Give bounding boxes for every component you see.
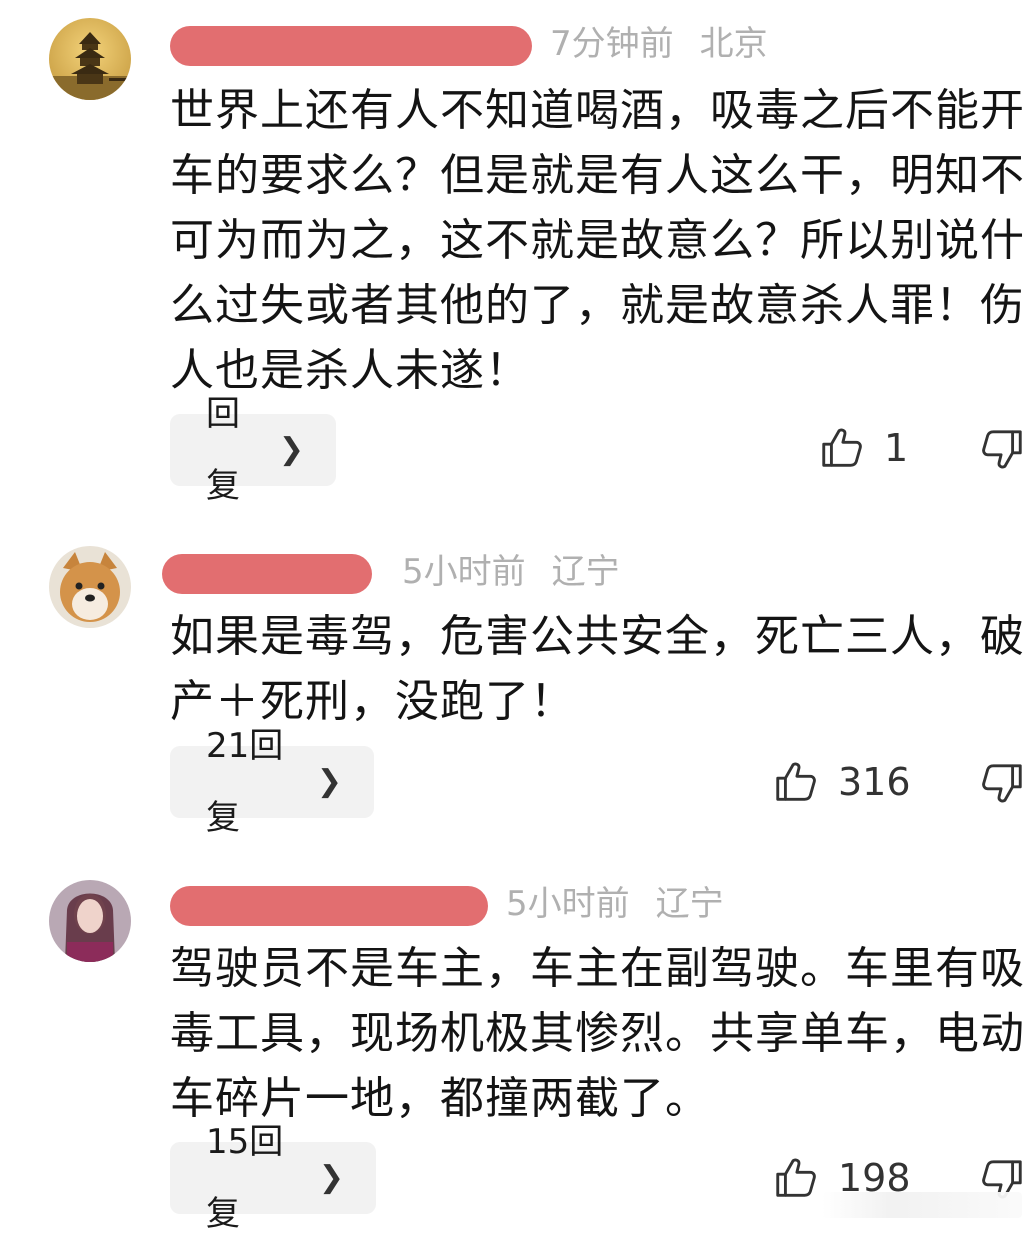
comment-time: 5小时前	[402, 552, 526, 592]
avatar[interactable]	[49, 546, 131, 628]
comment-meta: 7分钟前 北京	[170, 24, 768, 66]
redacted-username	[162, 553, 372, 594]
reply-button[interactable]: 回复 ❯	[170, 394, 336, 506]
comment-meta: 5小时前 辽宁	[162, 552, 620, 594]
thumbs-up-icon	[776, 762, 816, 801]
like-button[interactable]: 316	[772, 752, 911, 812]
comment-location: 北京	[699, 24, 768, 64]
thumbs-down-icon	[982, 430, 1022, 469]
avatar[interactable]	[49, 18, 131, 100]
thumbs-up-icon	[776, 1158, 816, 1197]
comment-meta: 5小时前 辽宁	[170, 884, 724, 926]
chevron-right-icon: ❯	[316, 764, 342, 799]
like-count: 1	[884, 426, 909, 470]
chevron-right-icon: ❯	[278, 432, 304, 467]
thumbs-down-icon	[982, 764, 1022, 803]
thumbs-up-icon	[822, 428, 862, 467]
reply-button[interactable]: 15回复 ❯	[170, 1122, 376, 1234]
dislike-button[interactable]	[980, 426, 1026, 472]
comment-time: 5小时前	[506, 884, 630, 924]
comment-location: 辽宁	[655, 884, 724, 924]
like-count: 316	[838, 760, 911, 804]
avatar[interactable]	[49, 880, 131, 962]
redacted-username	[170, 885, 488, 926]
chevron-right-icon: ❯	[318, 1160, 344, 1195]
comment-time: 7分钟前	[550, 24, 674, 64]
comment-text: 驾驶员不是车主，车主在副驾驶。车里有吸毒工具，现场机极其惨烈。共享单车，电动车碎…	[170, 943, 1025, 1124]
portrait-avatar-image	[49, 880, 131, 962]
reply-label: 15回复	[206, 1122, 284, 1234]
redacted-username	[170, 25, 532, 66]
reply-label: 回复	[206, 394, 240, 506]
shiba-dog-avatar-image	[49, 546, 131, 628]
dislike-button[interactable]	[980, 760, 1026, 806]
pagoda-avatar-image	[49, 18, 131, 100]
comment-location: 辽宁	[551, 552, 620, 592]
like-button[interactable]: 1	[818, 418, 908, 478]
watermark-overlay	[822, 1192, 1022, 1218]
reply-label: 21回复	[206, 726, 284, 838]
reply-button[interactable]: 21回复 ❯	[170, 726, 374, 838]
comment-text: 世界上还有人不知道喝酒，吸毒之后不能开车的要求么？但是就是有人这么干，明知不可为…	[170, 85, 1025, 396]
